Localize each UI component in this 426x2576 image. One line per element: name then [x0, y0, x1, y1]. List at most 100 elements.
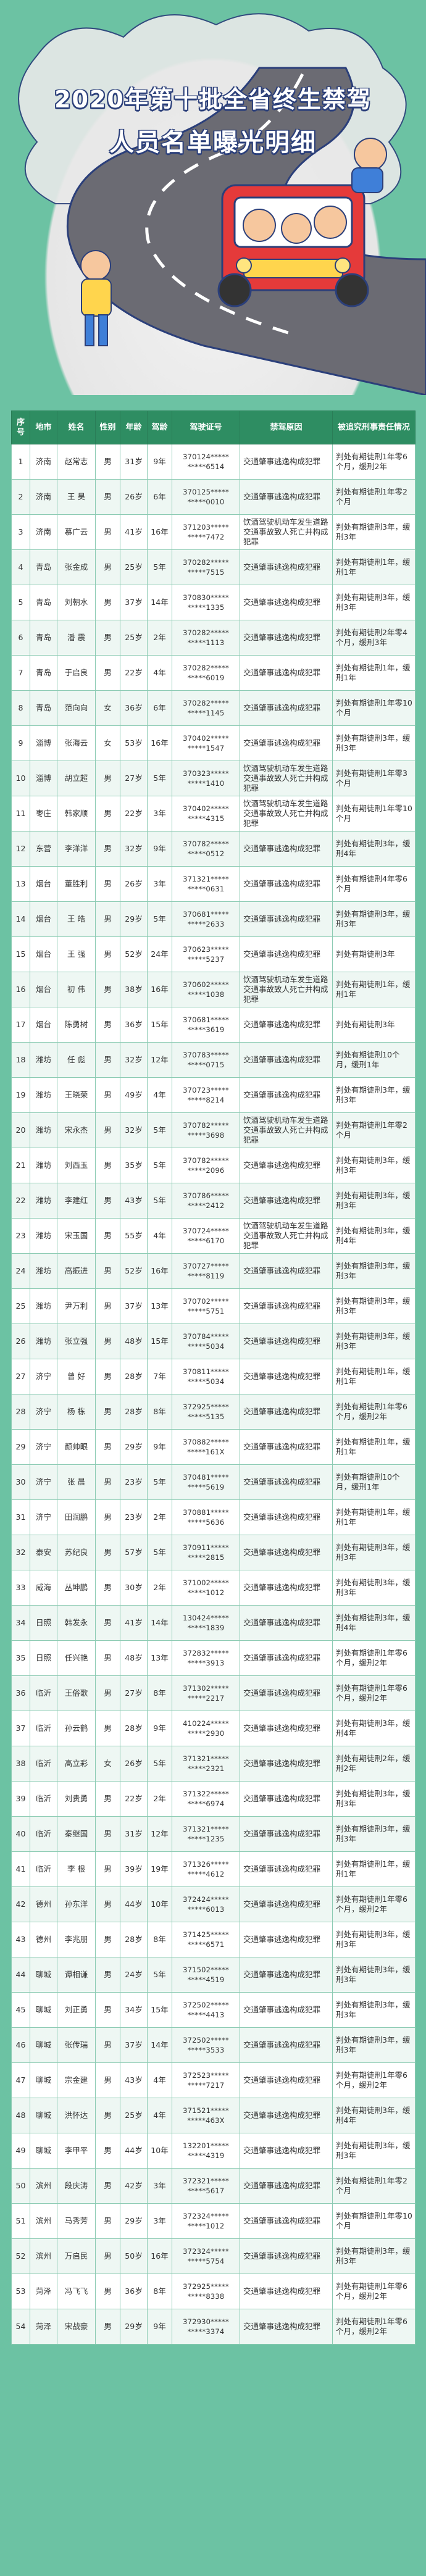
cell-driving-years: 13年 — [147, 1640, 172, 1676]
cell-driving-years: 8年 — [147, 1394, 172, 1430]
cell-name: 高振进 — [57, 1253, 96, 1289]
cell-ban-reason: 交通肇事逃逸构成犯罪 — [240, 1886, 333, 1922]
cell-age: 42岁 — [120, 2168, 148, 2204]
cell-age: 57岁 — [120, 1535, 148, 1570]
cell-license-no: 371302***** *****2217 — [172, 1675, 240, 1711]
cell-criminal-liability: 判处有期徒刑1年零6个月，缓刑2年 — [332, 1640, 416, 1676]
cell-gender: 男 — [95, 1886, 120, 1922]
cell-ban-reason: 交通肇事逃逸构成犯罪 — [240, 1394, 333, 1430]
cell-license-no: 370830***** *****1335 — [172, 585, 240, 620]
cell-license-no: 371502***** *****4519 — [172, 1957, 240, 1993]
table-header-row: 序号 地市 姓名 性别 年龄 驾龄 驾驶证号 禁驾原因 被追究刑事责任情况 — [11, 411, 416, 444]
cell-gender: 男 — [95, 1957, 120, 1993]
cell-city: 青岛 — [30, 549, 57, 585]
cell-name: 王晓荣 — [57, 1077, 96, 1113]
table-row: 3 济南 慕广云男 41岁 16年 371203***** *****7472 饮酒驾驶机动车… — [11, 514, 416, 550]
cell-name: 张海云 — [57, 725, 96, 761]
cell-criminal-liability: 判处有期徒刑3年，缓刑3年 — [332, 1816, 416, 1852]
cell-index: 41 — [11, 1851, 30, 1887]
cell-index: 51 — [11, 2203, 30, 2239]
table-row: 45 聊城 刘正勇男 34岁 15年 372502***** *****4413 交通肇事逃逸… — [11, 1992, 416, 2028]
cell-index: 44 — [11, 1957, 30, 1993]
cell-license-no: 370723***** *****8214 — [172, 1077, 240, 1113]
cell-index: 48 — [11, 2098, 30, 2133]
page-title-line2: 人员名单曝光明细 — [109, 128, 317, 157]
cell-age: 23岁 — [120, 1464, 148, 1500]
table-row: 51 滨州 马秀芳男 29岁 3年 372324***** *****1012 交通肇事逃逸构… — [11, 2203, 416, 2239]
cell-gender: 男 — [95, 1007, 120, 1043]
cell-criminal-liability: 判处有期徒刑1年零3个月 — [332, 761, 416, 796]
cell-license-no: 372832***** *****3913 — [172, 1640, 240, 1676]
cell-city: 青岛 — [30, 655, 57, 691]
cell-license-no: 370702***** *****5751 — [172, 1288, 240, 1324]
cell-gender: 男 — [95, 796, 120, 832]
cell-gender: 男 — [95, 1429, 120, 1465]
cell-gender: 男 — [95, 1851, 120, 1887]
cell-gender: 男 — [95, 444, 120, 480]
cell-index: 37 — [11, 1711, 30, 1746]
cell-gender: 男 — [95, 2062, 120, 2098]
table-row: 22 潍坊 李建红男 43岁 5年 370786***** *****2412 交通肇事逃逸构… — [11, 1183, 416, 1219]
cell-ban-reason: 交通肇事逃逸构成犯罪 — [240, 1922, 333, 1957]
table-row: 53 菏泽 冯飞飞男 36岁 8年 372925***** *****8338 交通肇事逃逸构… — [11, 2274, 416, 2309]
cell-age: 25岁 — [120, 549, 148, 585]
table-row: 54 菏泽 宋战豪男 29岁 9年 372930***** *****3374 交通肇事逃逸构… — [11, 2309, 416, 2345]
cell-city: 聊城 — [30, 1957, 57, 1993]
cell-gender: 男 — [95, 1675, 120, 1711]
cell-ban-reason: 饮酒驾驶机动车发生道路交通事故致人死亡并构成犯罪 — [240, 761, 333, 796]
cell-criminal-liability: 判处有期徒刑1年，缓刑1年 — [332, 1429, 416, 1465]
cell-name: 范向向 — [57, 690, 96, 726]
cell-name: 韩发永 — [57, 1605, 96, 1641]
cell-criminal-liability: 判处有期徒刑1年零6个月，缓刑2年 — [332, 1675, 416, 1711]
table-row: 40 临沂 秦继国男 31岁 12年 371321***** *****1235 交通肇事逃逸… — [11, 1816, 416, 1852]
cell-criminal-liability: 判处有期徒刑1年零2个月 — [332, 2168, 416, 2204]
cell-driving-years: 9年 — [147, 2309, 172, 2345]
cell-age: 25岁 — [120, 2098, 148, 2133]
cell-name: 王 昊 — [57, 479, 96, 515]
cell-age: 48岁 — [120, 1640, 148, 1676]
table-row: 32 泰安 苏纪良男 57岁 5年 370911***** *****2815 交通肇事逃逸构… — [11, 1535, 416, 1570]
cell-index: 39 — [11, 1781, 30, 1817]
cell-city: 滨州 — [30, 2168, 57, 2204]
cell-age: 26岁 — [120, 479, 148, 515]
table-row: 46 聊城 张传瑞男 37岁 14年 372502***** *****3533 交通肇事逃逸… — [11, 2027, 416, 2063]
cell-driving-years: 16年 — [147, 2238, 172, 2274]
cell-criminal-liability: 判处有期徒刑3年，缓刑3年 — [332, 1288, 416, 1324]
cell-driving-years: 3年 — [147, 796, 172, 832]
cell-index: 36 — [11, 1675, 30, 1711]
cell-index: 32 — [11, 1535, 30, 1570]
cell-driving-years: 5年 — [147, 901, 172, 937]
cell-index: 29 — [11, 1429, 30, 1465]
cell-city: 威海 — [30, 1570, 57, 1606]
cell-age: 43岁 — [120, 1183, 148, 1219]
cell-index: 13 — [11, 866, 30, 902]
cell-city: 烟台 — [30, 1007, 57, 1043]
cell-driving-years: 5年 — [147, 1464, 172, 1500]
cell-license-no: 371321***** *****2321 — [172, 1746, 240, 1782]
cell-driving-years: 5年 — [147, 1535, 172, 1570]
cell-criminal-liability: 判处有期徒刑3年，缓刑3年 — [332, 1323, 416, 1359]
cell-license-no: 370282***** *****1113 — [172, 620, 240, 656]
cell-criminal-liability: 判处有期徒刑3年，缓刑4年 — [332, 1218, 416, 1254]
cell-age: 28岁 — [120, 1359, 148, 1394]
cell-criminal-liability: 判处有期徒刑1年零10个月 — [332, 690, 416, 726]
cell-license-no: 371002***** *****1012 — [172, 1570, 240, 1606]
cell-age: 41岁 — [120, 1605, 148, 1641]
cell-license-no: 370402***** *****1547 — [172, 725, 240, 761]
cell-city: 潍坊 — [30, 1253, 57, 1289]
cell-criminal-liability: 判处有期徒刑3年，缓刑3年 — [332, 514, 416, 550]
cell-criminal-liability: 判处有期徒刑1年零2个月 — [332, 479, 416, 515]
cell-city: 济宁 — [30, 1394, 57, 1430]
cell-name: 马秀芳 — [57, 2203, 96, 2239]
cell-driving-years: 16年 — [147, 725, 172, 761]
cell-age: 29岁 — [120, 901, 148, 937]
cell-name: 高立彩 — [57, 1746, 96, 1782]
table-row: 42 德州 孙东洋男 44岁 10年 372424***** *****6013 交通肇事逃逸… — [11, 1886, 416, 1922]
cell-criminal-liability: 判处有期徒刑3年，缓刑4年 — [332, 2098, 416, 2133]
cell-criminal-liability: 判处有期徒刑3年，缓刑4年 — [332, 1605, 416, 1641]
cell-license-no: 132201***** *****4319 — [172, 2133, 240, 2169]
cell-ban-reason: 交通肇事逃逸构成犯罪 — [240, 1429, 333, 1465]
cell-age: 24岁 — [120, 1957, 148, 1993]
cell-criminal-liability: 判处有期徒刑1年，缓刑1年 — [332, 1499, 416, 1535]
cell-gender: 男 — [95, 1359, 120, 1394]
